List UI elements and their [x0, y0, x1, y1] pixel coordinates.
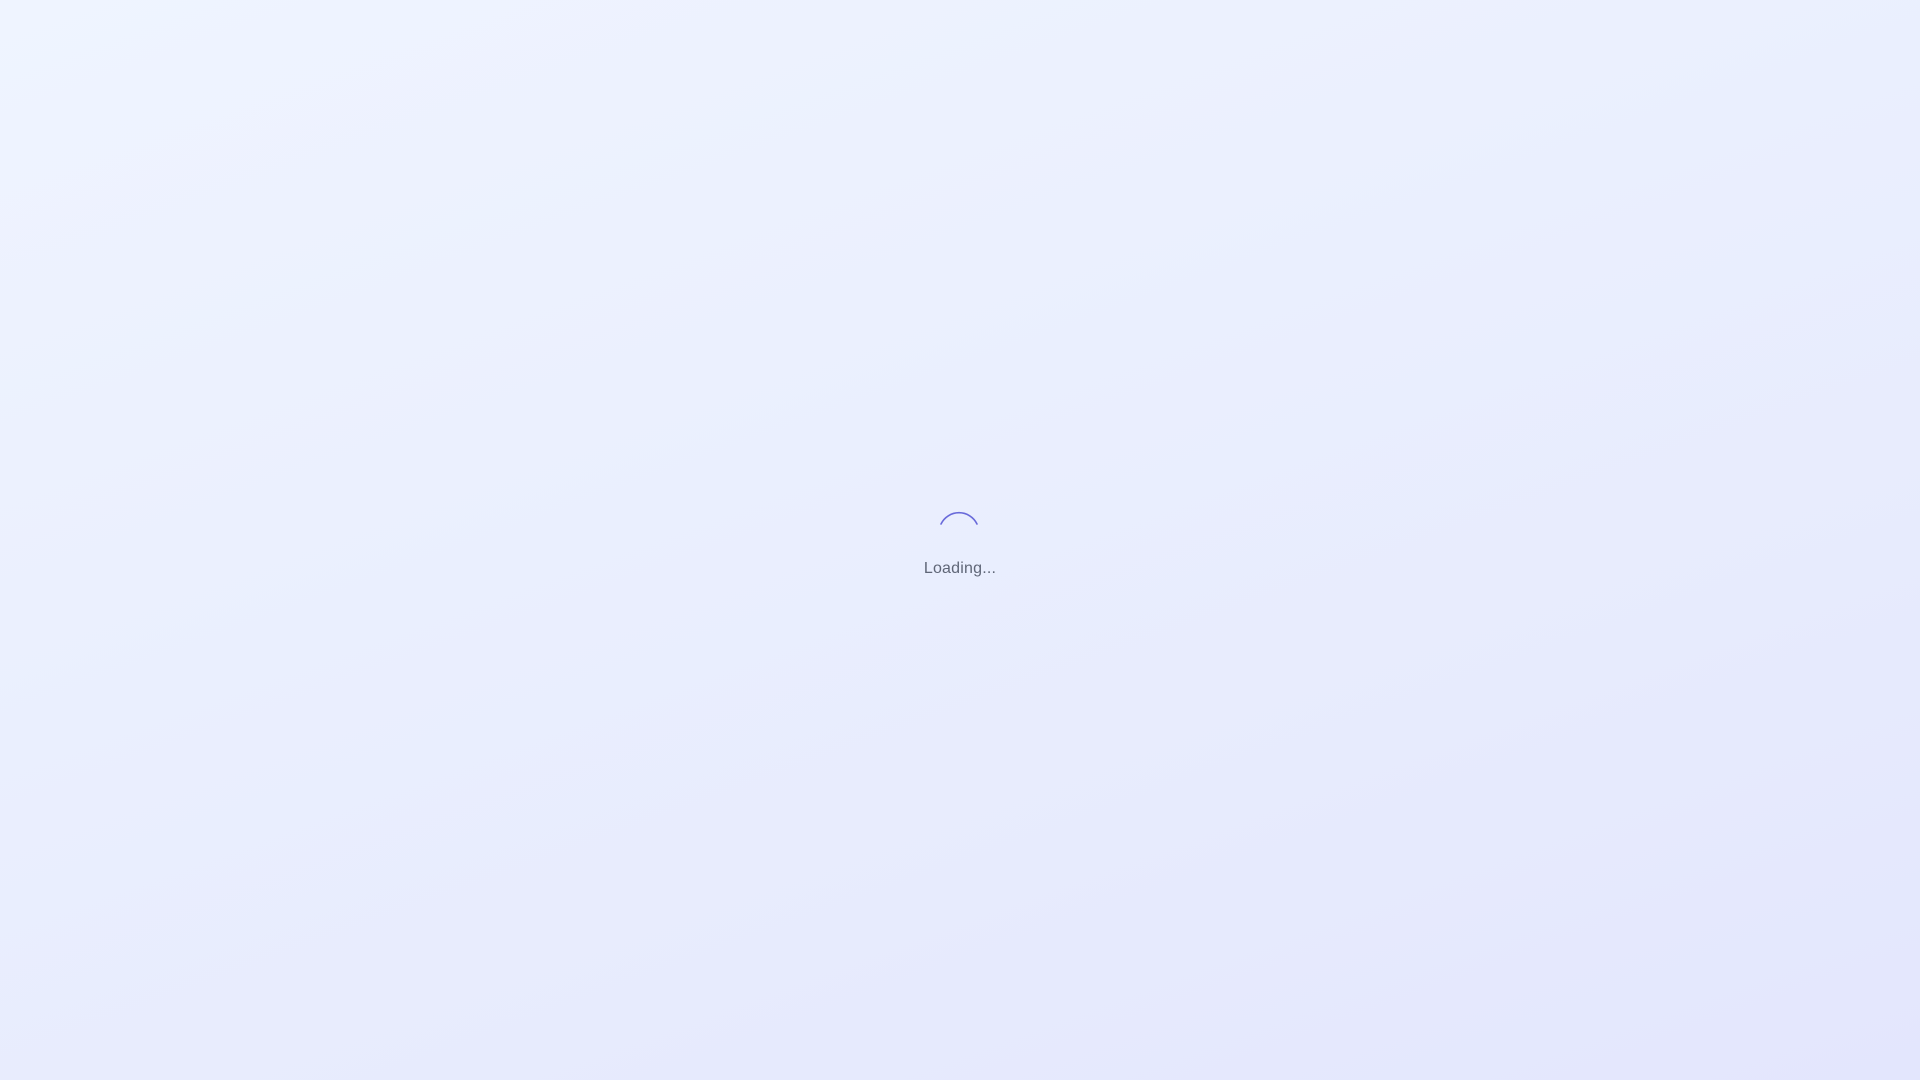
loading-label: Loading...	[923, 560, 997, 577]
spinner-icon	[940, 511, 978, 525]
loading-screen: Loading...	[0, 0, 1920, 1080]
